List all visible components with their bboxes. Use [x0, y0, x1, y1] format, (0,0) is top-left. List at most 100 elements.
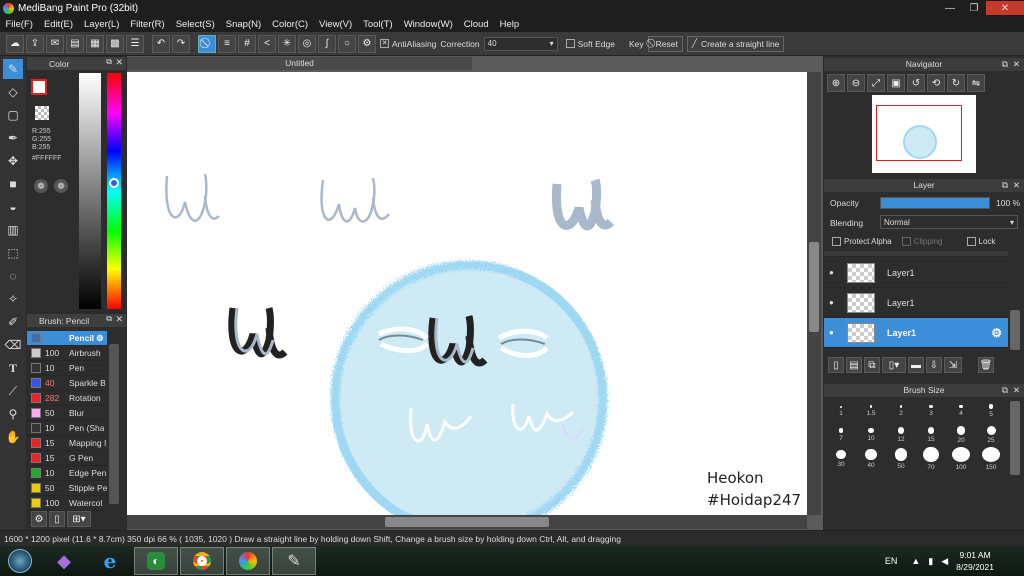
- visibility-icon[interactable]: ●: [829, 268, 839, 277]
- share-icon[interactable]: ⇪: [26, 34, 44, 53]
- comment-icon[interactable]: ✉: [46, 34, 64, 53]
- fit-icon[interactable]: ⤢: [867, 74, 885, 92]
- layer-settings-icon[interactable]: ⚙: [991, 326, 1002, 340]
- gradient-tool-icon[interactable]: ▥: [3, 220, 23, 240]
- snap-off-icon[interactable]: ⃠: [198, 34, 216, 53]
- brush-item[interactable]: 15 Mapping I: [27, 436, 107, 451]
- internet-explorer-task[interactable]: e: [88, 547, 132, 575]
- tray-arrow-icon[interactable]: ▲: [911, 556, 920, 566]
- layer-property-icon[interactable]: ⇲: [944, 357, 962, 373]
- brush-size-option[interactable]: 7: [826, 423, 856, 447]
- network-icon[interactable]: ▮: [928, 556, 933, 567]
- fill-rect-tool-icon[interactable]: ■: [3, 174, 23, 194]
- brush-size-option[interactable]: 1.5: [856, 399, 886, 423]
- select-tool-icon[interactable]: ⬚: [3, 243, 23, 263]
- menu-window[interactable]: Window(W): [398, 19, 458, 30]
- menu-help[interactable]: Help: [494, 19, 525, 30]
- snap-circle-icon[interactable]: ◎: [298, 34, 316, 53]
- layer-row[interactable]: ● Layer1 ⚙: [824, 318, 1008, 348]
- brush-size-option[interactable]: 1: [826, 399, 856, 423]
- layer-row[interactable]: ● Layer1: [824, 288, 1008, 318]
- brush-settings-icon[interactable]: ⚙: [96, 333, 104, 344]
- brush-size-option[interactable]: 50: [886, 447, 916, 471]
- popout-icon[interactable]: ⧉: [1002, 384, 1008, 397]
- lock-checkbox[interactable]: [966, 237, 976, 246]
- undo-icon[interactable]: ↶: [152, 34, 170, 53]
- brush-item[interactable]: 10 Edge Pen: [27, 466, 107, 481]
- chat-icon[interactable]: ▤: [66, 34, 84, 53]
- chrome-task[interactable]: [180, 547, 224, 575]
- drawing-canvas[interactable]: Heokon #Hoidap247: [127, 72, 807, 515]
- brush-item[interactable]: Pencil ⚙: [27, 331, 107, 346]
- select-eraser-tool-icon[interactable]: ⌫: [3, 335, 23, 355]
- layer-row[interactable]: ● Layer1: [824, 258, 1008, 288]
- brush-size-option[interactable]: 25: [976, 423, 1006, 447]
- new-layer-icon[interactable]: ▯: [828, 357, 844, 373]
- snap-parallel-icon[interactable]: ≡: [218, 34, 236, 53]
- menu-tool[interactable]: Tool(T): [358, 19, 399, 30]
- snap-ellipse-icon[interactable]: ○: [338, 34, 356, 53]
- snap-settings-icon[interactable]: ⚙: [358, 34, 376, 53]
- palette-add-icon[interactable]: ❁: [54, 179, 68, 193]
- layer-menu-icon[interactable]: ▯▾: [882, 357, 906, 373]
- document-icon[interactable]: ▦: [86, 34, 104, 53]
- vertical-scroll-thumb[interactable]: [809, 242, 819, 332]
- brush-size-scrollbar[interactable]: [1010, 401, 1020, 475]
- hue-slider[interactable]: [107, 73, 121, 309]
- reset-button[interactable]: ⃠Reset: [647, 35, 683, 52]
- menu-layer[interactable]: Layer(L): [79, 19, 125, 30]
- zoom-out-icon[interactable]: ⊖: [847, 74, 865, 92]
- brush-size-option[interactable]: 40: [856, 447, 886, 471]
- merge-down-icon[interactable]: ⇩: [926, 357, 942, 373]
- magic-wand-tool-icon[interactable]: ✧: [3, 289, 23, 309]
- dot-tool-icon[interactable]: ▢: [3, 105, 23, 125]
- brush-size-option[interactable]: 2: [886, 399, 916, 423]
- brush-size-option[interactable]: 3: [916, 399, 946, 423]
- folder-icon[interactable]: ▬: [908, 357, 924, 373]
- correction-select[interactable]: 40 ▾: [483, 36, 558, 51]
- lasso-tool-icon[interactable]: ◌: [3, 266, 23, 286]
- vertical-scrollbar[interactable]: [807, 72, 821, 515]
- grid-icon[interactable]: ▩: [106, 34, 124, 53]
- navigator-thumbnail[interactable]: [872, 95, 976, 173]
- blending-select[interactable]: Normal ▾: [880, 215, 1018, 229]
- hue-handle[interactable]: [109, 178, 119, 188]
- horizontal-scroll-thumb[interactable]: [385, 517, 549, 527]
- add-brush-icon[interactable]: ⊞▾: [67, 511, 91, 527]
- brush-size-option[interactable]: 12: [886, 423, 916, 447]
- brush-item[interactable]: 10 Pen (Sha: [27, 421, 107, 436]
- new-brush-icon[interactable]: ▯: [49, 511, 65, 527]
- snap-perspective-icon[interactable]: <: [258, 34, 276, 53]
- opacity-slider[interactable]: [880, 197, 990, 209]
- actual-size-icon[interactable]: ▣: [887, 74, 905, 92]
- close-icon[interactable]: ✕: [1013, 384, 1020, 397]
- document-tab[interactable]: Untitled: [127, 57, 472, 70]
- brush-item[interactable]: 50 Blur: [27, 406, 107, 421]
- brush-item[interactable]: 100 Airbrush: [27, 346, 107, 361]
- brush-size-option[interactable]: 10: [856, 423, 886, 447]
- list-icon[interactable]: ☰: [126, 34, 144, 53]
- straight-line-button[interactable]: ╱ Create a straight line: [686, 35, 785, 52]
- rotate-reset-icon[interactable]: ⟲: [927, 74, 945, 92]
- medibang-task[interactable]: [226, 547, 270, 575]
- redo-icon[interactable]: ↷: [172, 34, 190, 53]
- menu-filter[interactable]: Filter(R): [125, 19, 170, 30]
- brush-size-option[interactable]: 150: [976, 447, 1006, 471]
- cloud-icon[interactable]: ☁: [6, 34, 24, 53]
- brush-settings-icon[interactable]: ⚙: [31, 511, 47, 527]
- trash-icon[interactable]: 🗑: [978, 357, 994, 373]
- zoom-in-icon[interactable]: ⊕: [827, 74, 845, 92]
- eraser-tool-icon[interactable]: ◇: [3, 82, 23, 102]
- menu-color[interactable]: Color(C): [267, 19, 314, 30]
- close-icon[interactable]: ✕: [1013, 179, 1020, 192]
- duplicate-layer-icon[interactable]: ⧉: [864, 357, 880, 373]
- palette-icon[interactable]: ❁: [34, 179, 48, 193]
- start-button[interactable]: [0, 547, 40, 575]
- brightness-gradient[interactable]: [79, 73, 101, 309]
- brush-item[interactable]: 100 Watercol: [27, 496, 107, 511]
- menu-file[interactable]: File(F): [0, 19, 38, 30]
- brush-size-option[interactable]: 4: [946, 399, 976, 423]
- brush-size-option[interactable]: 30: [826, 447, 856, 471]
- menu-select[interactable]: Select(S): [170, 19, 220, 30]
- brush-size-option[interactable]: 15: [916, 423, 946, 447]
